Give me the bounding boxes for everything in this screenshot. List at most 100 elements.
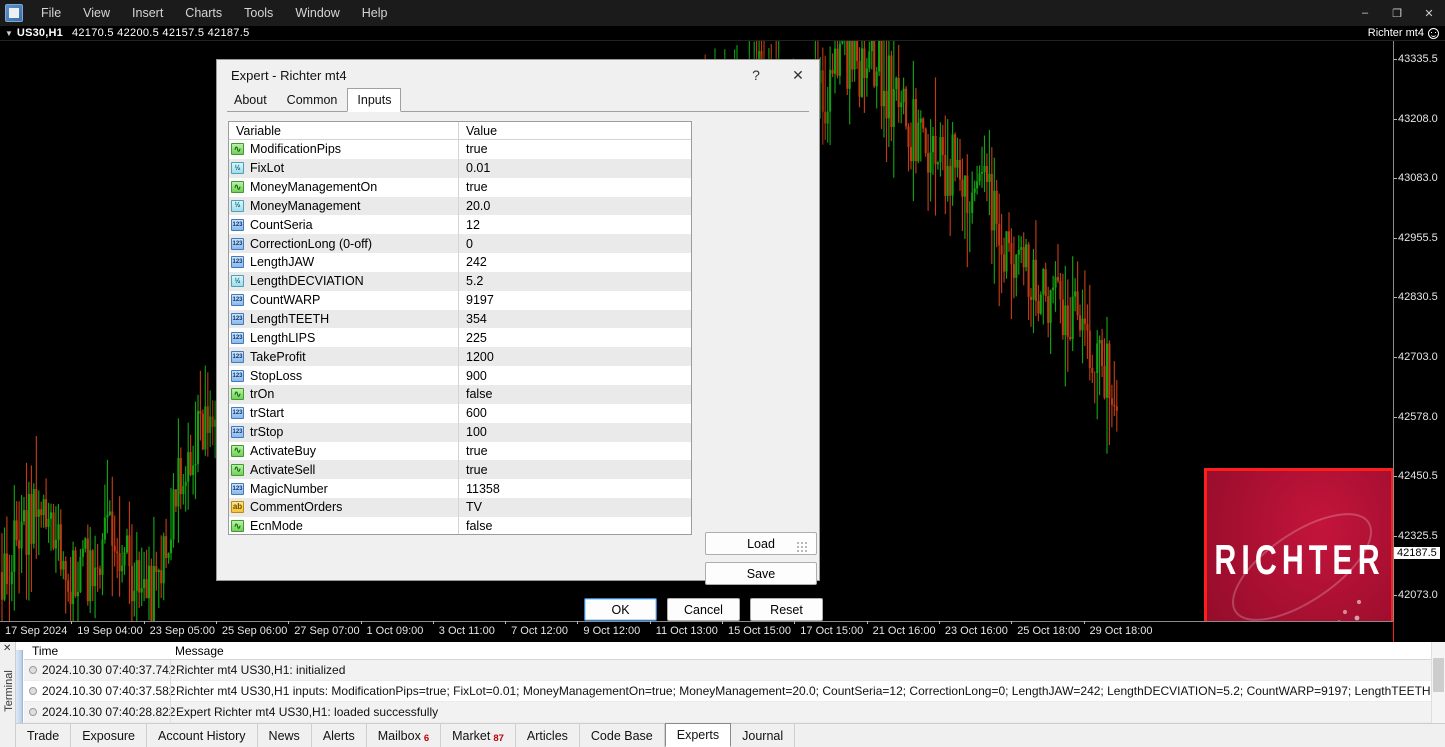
menu-item-charts[interactable]: Charts: [174, 2, 233, 24]
cancel-button[interactable]: Cancel: [667, 598, 740, 621]
input-variable-name: EcnMode: [250, 519, 303, 534]
input-value-cell[interactable]: 100: [459, 425, 487, 439]
input-value-cell[interactable]: 5.2: [459, 274, 483, 288]
inputs-grid-row[interactable]: 123 LengthTEETH 354: [229, 309, 691, 329]
input-variable-cell: 123 LengthJAW: [229, 253, 459, 272]
inputs-grid-row[interactable]: 123 CountWARP 9197: [229, 290, 691, 310]
inputs-grid-row[interactable]: 123 CorrectionLong (0-off) 0: [229, 234, 691, 254]
dialog-tab-about[interactable]: About: [224, 89, 277, 111]
inputs-grid-row[interactable]: 123 LengthLIPS 225: [229, 328, 691, 348]
input-value-cell[interactable]: false: [459, 519, 492, 533]
menu-item-window[interactable]: Window: [284, 2, 350, 24]
input-value-cell[interactable]: 600: [459, 406, 487, 420]
input-value-cell[interactable]: 1200: [459, 350, 494, 364]
reset-button[interactable]: Reset: [750, 598, 823, 621]
log-row[interactable]: 2024.10.30 07:40:37.582 Richter mt4 US30,…: [24, 680, 1445, 702]
terminal-tab-account-history[interactable]: Account History: [147, 724, 258, 747]
richter-logo-text: RICHTER: [1214, 536, 1385, 583]
input-value-cell[interactable]: 242: [459, 255, 487, 269]
inputs-grid-row[interactable]: MoneyManagementOn true: [229, 177, 691, 197]
terminal-tab-trade[interactable]: Trade: [16, 724, 72, 747]
inputs-grid-row[interactable]: ActivateSell true: [229, 460, 691, 480]
menu-item-tools[interactable]: Tools: [233, 2, 284, 24]
inputs-grid-row[interactable]: ActivateBuy true: [229, 441, 691, 461]
terminal-tab-experts[interactable]: Experts: [664, 723, 732, 747]
terminal-tabs: Trade Exposure Account History News Alerts Ma…: [16, 723, 1445, 747]
terminal-tab-code-base[interactable]: Code Base: [580, 724, 665, 747]
inputs-grid-row[interactable]: 123 TakeProfit 1200: [229, 347, 691, 367]
input-value-cell[interactable]: 11358: [459, 482, 500, 496]
dialog-close-button[interactable]: ✕: [777, 60, 819, 90]
inputs-grid-row[interactable]: ab CommentOrders TV: [229, 498, 691, 517]
inputs-grid-row[interactable]: 123 CountSeria 12: [229, 215, 691, 235]
close-button[interactable]: ✕: [1413, 0, 1445, 26]
input-variable-name: LengthTEETH: [250, 312, 330, 327]
input-value-cell[interactable]: 9197: [459, 293, 494, 307]
input-value-cell[interactable]: 225: [459, 331, 487, 345]
log-vertical-scrollbar[interactable]: [1431, 642, 1445, 723]
dialog-tab-inputs[interactable]: Inputs: [347, 88, 402, 112]
input-value-cell[interactable]: 0.01: [459, 161, 490, 175]
inputs-grid[interactable]: Variable Value ModificationPips true ½ FixL…: [228, 121, 692, 535]
input-value-cell[interactable]: true: [459, 142, 488, 156]
input-value-cell[interactable]: 12: [459, 218, 480, 232]
terminal-tab-exposure[interactable]: Exposure: [71, 724, 148, 747]
chart-dropdown-icon[interactable]: ▼: [5, 29, 13, 38]
input-value-cell[interactable]: false: [459, 387, 492, 401]
time-axis[interactable]: 17 Sep 2024 19 Sep 04:00 23 Sep 05:00 25 Se…: [0, 621, 1393, 642]
inputs-grid-row[interactable]: 123 StopLoss 900: [229, 366, 691, 385]
price-axis[interactable]: 43335.5 43208.0 43083.0 42955.5 42830.5 42703…: [1393, 41, 1445, 721]
inputs-grid-row[interactable]: 123 trStop 100: [229, 422, 691, 442]
dialog-resize-grip[interactable]: [796, 541, 807, 552]
input-value-cell[interactable]: 20.0: [459, 199, 490, 213]
inputs-grid-row[interactable]: 123 LengthJAW 242: [229, 253, 691, 272]
time-tick-label: 9 Oct 12:00: [577, 621, 641, 637]
menu-item-file[interactable]: File: [30, 2, 72, 24]
inputs-grid-row[interactable]: EcnMode false: [229, 516, 691, 534]
input-value-cell[interactable]: 900: [459, 369, 487, 383]
terminal-tab-label: Experts: [676, 728, 720, 742]
dialog-title: Expert - Richter mt4: [231, 67, 347, 83]
log-row[interactable]: 2024.10.30 07:40:37.742 Richter mt4 US30,…: [24, 659, 1445, 681]
menu-item-help[interactable]: Help: [351, 2, 399, 24]
input-value-cell[interactable]: TV: [459, 500, 482, 514]
log-scroll-thumb[interactable]: [1433, 658, 1444, 692]
input-value-cell[interactable]: true: [459, 444, 488, 458]
inputs-grid-row[interactable]: ½ MoneyManagement 20.0: [229, 196, 691, 216]
inputs-grid-row[interactable]: 123 MagicNumber 11358: [229, 479, 691, 499]
terminal-tab-news[interactable]: News: [258, 724, 312, 747]
inputs-grid-row[interactable]: ½ LengthDECVIATION 5.2: [229, 271, 691, 291]
menu-item-view[interactable]: View: [72, 2, 121, 24]
ok-button[interactable]: OK: [584, 598, 657, 621]
terminal-tab-journal[interactable]: Journal: [731, 724, 796, 747]
terminal-panel: ✕ Terminal Time Message 2024.10.30 07:40…: [0, 642, 1445, 747]
int-icon: 123: [231, 350, 244, 363]
window-controls: – ❐ ✕: [1349, 0, 1445, 26]
input-variable-cell: ActivateSell: [229, 460, 459, 480]
save-button[interactable]: Save: [705, 562, 817, 585]
chart-symbol-label: US30,H1: [16, 27, 63, 39]
menu-item-insert[interactable]: Insert: [121, 2, 174, 24]
input-variable-name: trStart: [250, 406, 285, 421]
time-tick-label: 3 Oct 11:00: [432, 621, 495, 637]
terminal-tab-alerts[interactable]: Alerts: [312, 724, 367, 747]
input-value-cell[interactable]: true: [459, 180, 488, 194]
dialog-help-button[interactable]: ?: [735, 60, 777, 90]
title-menu-bar: File View Insert Charts Tools Window Help – ❐ …: [0, 0, 1445, 26]
minimize-button[interactable]: –: [1349, 0, 1381, 26]
terminal-close-icon[interactable]: ✕: [3, 643, 11, 654]
log-row[interactable]: 2024.10.30 07:40:28.822 Expert Richter mt…: [24, 701, 1445, 723]
terminal-tab-articles[interactable]: Articles: [516, 724, 580, 747]
input-value-cell[interactable]: true: [459, 463, 488, 477]
inputs-grid-row[interactable]: trOn false: [229, 384, 691, 404]
terminal-tab-market[interactable]: Market 87: [441, 724, 516, 747]
inputs-grid-row[interactable]: ModificationPips true: [229, 140, 691, 159]
experts-log[interactable]: Time Message 2024.10.30 07:40:37.742 Rich…: [24, 642, 1445, 723]
input-value-cell[interactable]: 354: [459, 312, 487, 326]
terminal-tab-mailbox[interactable]: Mailbox 6: [367, 724, 442, 747]
inputs-grid-row[interactable]: ½ FixLot 0.01: [229, 158, 691, 178]
input-value-cell[interactable]: 0: [459, 237, 473, 251]
inputs-grid-row[interactable]: 123 trStart 600: [229, 403, 691, 423]
dialog-tab-common[interactable]: Common: [277, 89, 348, 111]
maximize-button[interactable]: ❐: [1381, 0, 1413, 26]
